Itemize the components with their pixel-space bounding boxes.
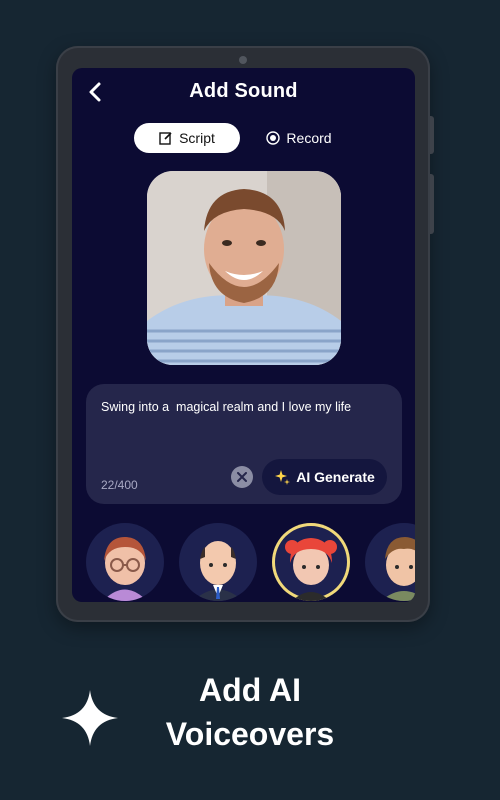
character-counter: 22/400 (101, 478, 138, 492)
close-icon (237, 472, 247, 482)
tab-script-label: Script (179, 130, 215, 146)
ai-generate-button[interactable]: AI Generate (262, 459, 387, 495)
camera-dot (239, 56, 247, 64)
header: Add Sound (72, 68, 415, 118)
record-icon (266, 131, 281, 145)
volume-button (430, 116, 434, 154)
avatar-girl-redhead[interactable] (272, 523, 350, 601)
page-title: Add Sound (189, 80, 298, 102)
script-card: Swing into a magical realm and I love my… (86, 384, 402, 504)
tablet-frame: Add Sound Script Record Swing into a mag… (56, 46, 434, 622)
ai-generate-label: AI Generate (296, 469, 375, 485)
promo-headline-line2: Voiceovers (165, 716, 335, 752)
clear-text-button[interactable] (231, 466, 253, 488)
tab-record-label: Record (286, 130, 332, 146)
edit-icon (159, 132, 172, 145)
app-screen: Add Sound Script Record Swing into a mag… (72, 68, 415, 602)
sparkles-icon (275, 470, 291, 485)
avatar-man-brown-hair[interactable] (365, 523, 415, 601)
promo-headline-line1: Add AI (199, 672, 301, 708)
avatar-man-bald[interactable] (179, 523, 257, 601)
power-button (430, 174, 434, 234)
mode-tabs: Script Record (134, 123, 344, 155)
profile-photo (147, 171, 341, 365)
promo-headline: Add AI Voiceovers (0, 668, 500, 756)
tab-record[interactable]: Record (254, 123, 344, 153)
avatar-woman-glasses[interactable] (86, 523, 164, 601)
tab-script[interactable]: Script (134, 123, 240, 153)
script-text[interactable]: Swing into a magical realm and I love my… (101, 400, 351, 414)
voice-avatar-list (72, 523, 415, 602)
